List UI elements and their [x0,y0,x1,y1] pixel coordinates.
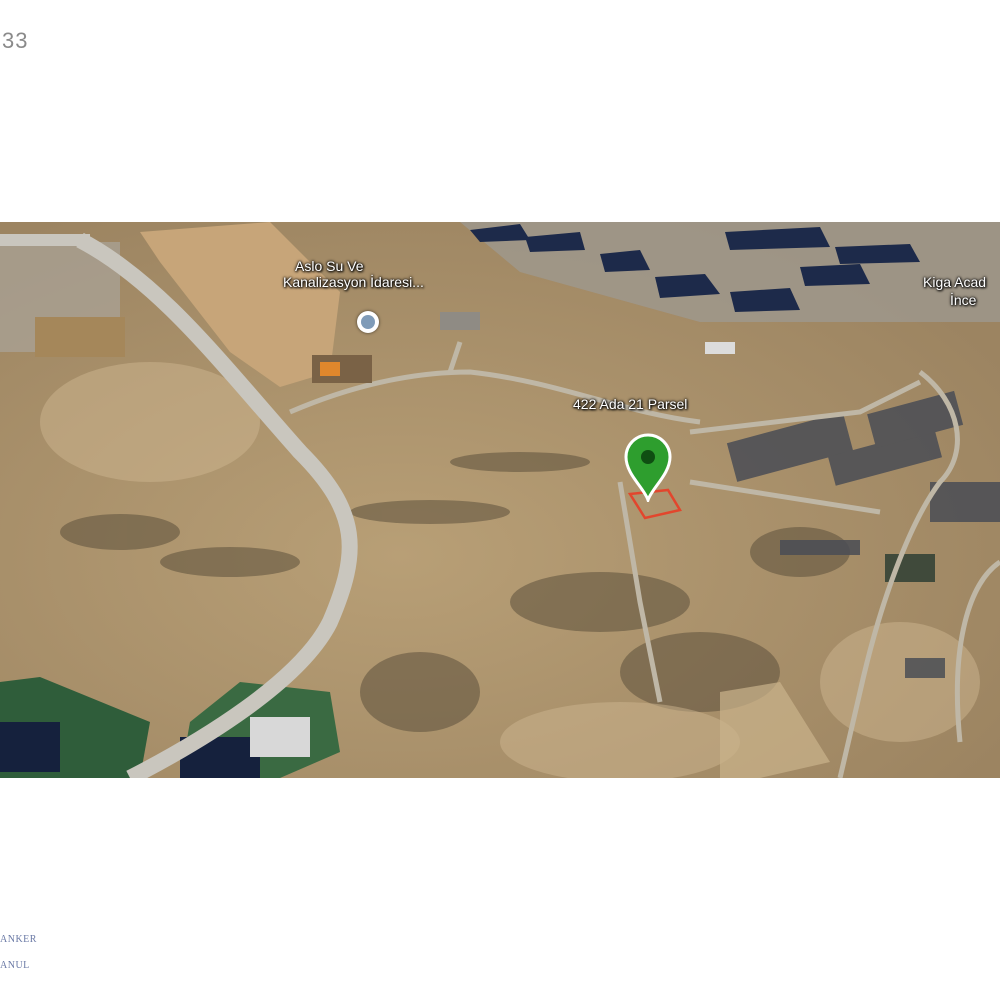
place-label-line1: Kiga Acad [923,274,987,290]
satellite-imagery [0,222,1000,778]
brand-logo-line1: ANKER [0,934,37,945]
poi-label-line2: Kanalizasyon İdaresi... [283,274,424,290]
building-icon[interactable] [357,311,379,333]
brand-logo-line2: ANUL [0,960,30,971]
place-label-line2: İnce [950,292,977,308]
image-counter: 33 [2,28,29,53]
poi-label-line1: Aslo Su Ve [295,258,364,274]
parcel-label: 422 Ada 21 Parsel [573,396,688,412]
satellite-map[interactable]: Aslo Su Ve Kanalizasyon İdaresi... 422 A… [0,222,1000,778]
